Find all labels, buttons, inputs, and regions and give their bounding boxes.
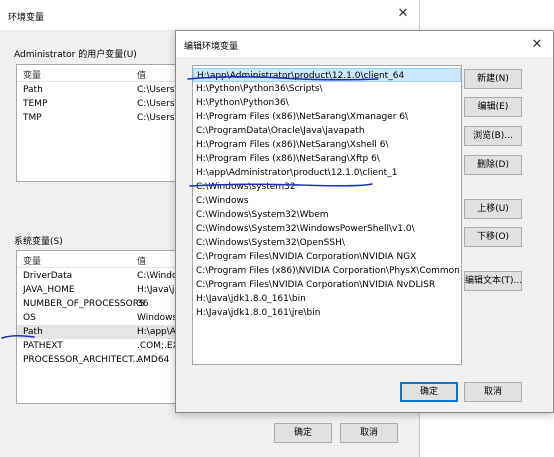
edit-text-button[interactable]: 编辑文本(T)... <box>464 271 522 291</box>
list-item[interactable]: C:\Windows\system32 <box>193 180 461 194</box>
table-row[interactable]: DriverData C:\Window <box>17 269 185 283</box>
delete-button[interactable]: 删除(D) <box>464 155 522 175</box>
list-item[interactable]: C:\Program Files\NVIDIA Corporation\NVID… <box>193 278 461 292</box>
list-item[interactable]: C:\Windows <box>193 194 461 208</box>
list-item[interactable]: H:\Python\Python36\ <box>193 96 461 110</box>
list-item[interactable]: H:\Java\jdk1.8.0_161\bin <box>193 292 461 306</box>
move-down-button[interactable]: 下移(O) <box>464 227 522 247</box>
list-item[interactable]: C:\Windows\System32\Wbem <box>193 208 461 222</box>
list-item[interactable]: H:\Python\Python36\Scripts\ <box>193 82 461 96</box>
edit-button[interactable]: 编辑(E) <box>464 97 522 117</box>
bg-title-bar: 环境变量 ✕ <box>0 0 419 30</box>
user-vars-label: Administrator 的用户变量(U) <box>14 50 137 60</box>
table-row[interactable]: OS Windows_ <box>17 311 185 325</box>
list-item-selected[interactable]: H:\app\Administrator\product\12.1.0\clie… <box>193 68 461 82</box>
list-item[interactable]: C:\Windows\System32\WindowsPowerShell\v1… <box>193 222 461 236</box>
col-var-header[interactable]: 变量 <box>23 254 41 267</box>
col-val-header[interactable]: 值 <box>137 68 146 81</box>
table-row-selected[interactable]: Path H:\app\Ad <box>17 325 185 339</box>
bg-cancel-button[interactable]: 取消 <box>340 423 398 443</box>
browse-button[interactable]: 浏览(B)... <box>464 126 522 146</box>
list-item[interactable]: C:\Windows\System32\OpenSSH\ <box>193 236 461 250</box>
path-list[interactable]: H:\app\Administrator\product\12.1.0\clie… <box>192 65 462 365</box>
table-row[interactable]: TMP C:\Users\A <box>17 111 185 125</box>
col-var-header[interactable]: 变量 <box>23 68 41 81</box>
dialog-title-bar: 编辑环境变量 ✕ <box>176 31 553 57</box>
move-up-button[interactable]: 上移(U) <box>464 199 522 219</box>
table-row[interactable]: TEMP C:\Users\A <box>17 97 185 111</box>
list-item[interactable]: H:\Program Files (x86)\NetSarang\Xmanage… <box>193 110 461 124</box>
system-vars-list[interactable]: 变量 值 DriverData C:\Window JAVA_HOME H:\J… <box>16 250 186 404</box>
dialog-title: 编辑环境变量 <box>184 42 239 52</box>
list-item[interactable]: H:\app\Administrator\product\12.1.0\clie… <box>193 166 461 180</box>
list-item[interactable]: C:\ProgramData\Oracle\Java\javapath <box>193 124 461 138</box>
bg-window-title: 环境变量 <box>8 13 45 23</box>
cancel-button[interactable]: 取消 <box>464 382 522 402</box>
list-item[interactable]: H:\Program Files (x86)\NetSarang\Xftp 6\ <box>193 152 461 166</box>
system-vars-header: 变量 值 <box>17 251 185 268</box>
list-item[interactable]: C:\Program Files\NVIDIA Corporation\NVID… <box>193 250 461 264</box>
table-row[interactable]: PATHEXT .COM;.EXE <box>17 339 185 353</box>
user-vars-header: 变量 值 <box>17 65 185 82</box>
table-row[interactable]: NUMBER_OF_PROCESSORS 36 <box>17 297 185 311</box>
user-vars-list[interactable]: 变量 值 Path C:\Users\A TEMP C:\Users\A TMP… <box>16 64 186 182</box>
list-item[interactable]: H:\Java\jdk1.8.0_161\jre\bin <box>193 306 461 320</box>
close-icon[interactable]: ✕ <box>395 6 411 22</box>
list-item[interactable]: H:\Program Files (x86)\NetSarang\Xshell … <box>193 138 461 152</box>
list-item[interactable]: C:\Program Files (x86)\NVIDIA Corporatio… <box>193 264 461 278</box>
new-button[interactable]: 新建(N) <box>464 69 522 89</box>
system-vars-label: 系统变量(S) <box>14 237 63 247</box>
close-icon[interactable]: ✕ <box>529 37 545 53</box>
table-row[interactable]: PROCESSOR_ARCHITECT... AMD64 <box>17 353 185 367</box>
ok-button[interactable]: 确定 <box>400 382 458 402</box>
edit-env-var-dialog: 编辑环境变量 ✕ H:\app\Administrator\product\12… <box>175 30 554 413</box>
table-row[interactable]: Path C:\Users\A <box>17 83 185 97</box>
bg-ok-button[interactable]: 确定 <box>274 423 332 443</box>
table-row[interactable]: JAVA_HOME H:\Java\jdk <box>17 283 185 297</box>
col-val-header[interactable]: 值 <box>137 254 146 267</box>
